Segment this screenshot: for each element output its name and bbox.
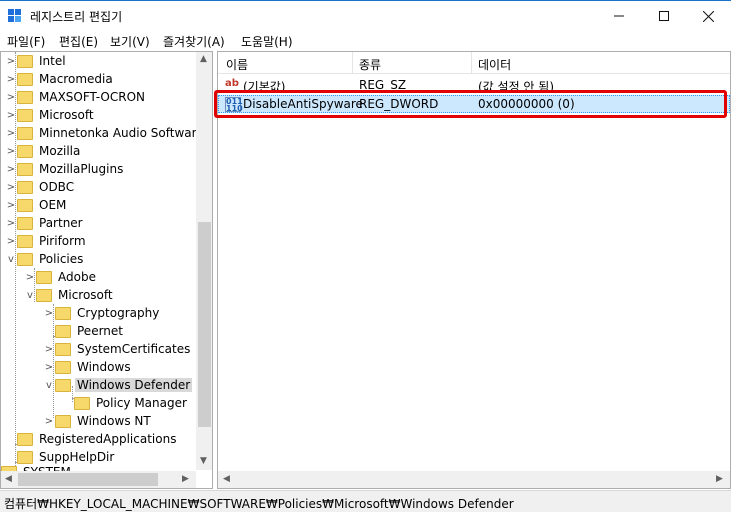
folder-icon (55, 414, 71, 428)
folder-icon (55, 360, 71, 374)
menu-view[interactable]: 보기(V) (110, 33, 150, 50)
folder-open-icon (17, 252, 33, 266)
tree-item-macromedia[interactable]: > Macromedia (5, 70, 115, 88)
list-header: 이름 종류 데이터 (218, 52, 730, 74)
status-path: 컴퓨터₩HKEY_LOCAL_MACHINE₩SOFTWARE₩Policies… (4, 497, 514, 511)
window-title: 레지스트리 편집기 (30, 10, 123, 24)
column-header-data[interactable]: 데이터 (478, 56, 511, 73)
tree-item-policies-microsoft[interactable]: v Microsoft (24, 286, 115, 304)
tree-item-minnetonka[interactable]: > Minnetonka Audio Software (5, 124, 206, 142)
menu-edit[interactable]: 편집(E) (59, 33, 98, 50)
menu-favorites[interactable]: 즐겨찾기(A) (163, 33, 225, 50)
menu-bar: 파일(F) 편집(E) 보기(V) 즐겨찾기(A) 도움말(H) (0, 30, 731, 50)
folder-icon (17, 108, 33, 122)
tree-item-intel[interactable]: > Intel (5, 52, 68, 70)
folder-icon (55, 324, 71, 338)
tree-item-oem[interactable]: > OEM (5, 196, 68, 214)
column-header-type[interactable]: 종류 (359, 56, 381, 73)
folder-icon (17, 90, 33, 104)
folder-icon (36, 270, 52, 284)
registry-app-icon (8, 9, 21, 22)
scroll-left-icon[interactable]: ◀ (223, 474, 230, 484)
tree-item-adobe[interactable]: > Adobe (24, 268, 98, 286)
chevron-right-icon[interactable]: > (5, 218, 17, 229)
registry-tree[interactable]: > Intel > Macromedia > MAXSOFT-OCRON > Micro… (0, 51, 213, 489)
chevron-right-icon[interactable]: > (5, 92, 17, 103)
chevron-down-icon[interactable]: v (24, 290, 36, 301)
tree-item-odbc[interactable]: > ODBC (5, 178, 76, 196)
folder-icon (74, 396, 90, 410)
highlight-annotation (214, 90, 727, 118)
tree-item-windows-defender[interactable]: v Windows Defender (43, 376, 193, 394)
menu-file[interactable]: 파일(F) (7, 33, 45, 50)
maximize-icon (658, 11, 669, 21)
folder-icon (17, 162, 33, 176)
tree-item-microsoft[interactable]: > Microsoft (5, 106, 96, 124)
folder-icon (17, 144, 33, 158)
tree-item-piriform[interactable]: > Piriform (5, 232, 88, 250)
scroll-up-icon[interactable]: ▲ (200, 54, 207, 64)
folder-icon (17, 198, 33, 212)
chevron-right-icon[interactable]: > (24, 272, 36, 283)
chevron-right-icon[interactable]: > (5, 146, 17, 157)
list-horizontal-scrollbar[interactable]: ◀ ▶ (218, 471, 730, 488)
chevron-right-icon[interactable]: > (5, 56, 17, 67)
chevron-right-icon[interactable]: > (43, 344, 55, 355)
scroll-right-icon[interactable]: ▶ (182, 474, 189, 484)
minimize-button[interactable] (596, 2, 641, 30)
tree-horizontal-scrollbar[interactable]: ◀ ▶ (1, 471, 196, 488)
tree-item-windows[interactable]: > Windows (43, 358, 133, 376)
close-icon (703, 10, 714, 22)
chevron-right-icon[interactable]: > (5, 164, 17, 175)
status-bar: 컴퓨터₩HKEY_LOCAL_MACHINE₩SOFTWARE₩Policies… (0, 490, 731, 512)
tree-item-maxsoft-ocron[interactable]: > MAXSOFT-OCRON (5, 88, 147, 106)
folder-icon (17, 54, 33, 68)
folder-icon (17, 180, 33, 194)
tree-scroll-thumb[interactable] (198, 222, 211, 427)
close-button[interactable] (686, 2, 731, 30)
chevron-right-icon[interactable]: > (5, 236, 17, 247)
tree-vertical-scrollbar[interactable]: ▲ ▼ (196, 52, 212, 470)
tree-item-cryptography[interactable]: > Cryptography (43, 304, 161, 322)
folder-icon (17, 234, 33, 248)
chevron-right-icon[interactable]: > (5, 128, 17, 139)
chevron-right-icon[interactable]: > (5, 110, 17, 121)
scroll-down-icon[interactable]: ▼ (200, 456, 207, 466)
chevron-down-icon[interactable]: v (5, 254, 17, 265)
folder-icon (17, 216, 33, 230)
scroll-left-icon[interactable]: ◀ (5, 474, 12, 484)
tree-item-peernet[interactable]: Peernet (43, 322, 125, 340)
folder-open-icon (55, 378, 71, 392)
maximize-button[interactable] (641, 2, 686, 30)
minimize-icon (613, 15, 624, 17)
folder-icon (17, 72, 33, 86)
column-header-name[interactable]: 이름 (226, 56, 248, 73)
chevron-right-icon[interactable]: > (43, 416, 55, 427)
tree-hscroll-thumb[interactable] (18, 473, 158, 486)
folder-icon (55, 306, 71, 320)
folder-icon (55, 342, 71, 356)
chevron-right-icon[interactable]: > (5, 74, 17, 85)
chevron-right-icon[interactable]: > (43, 308, 55, 319)
scroll-right-icon[interactable]: ▶ (716, 474, 723, 484)
tree-item-mozilla[interactable]: > Mozilla (5, 142, 82, 160)
chevron-right-icon[interactable]: > (5, 182, 17, 193)
chevron-down-icon[interactable]: v (43, 380, 55, 391)
tree-item-policies[interactable]: v Policies (5, 250, 85, 268)
tree-item-mozillaplugins[interactable]: > MozillaPlugins (5, 160, 125, 178)
tree-item-policy-manager[interactable]: Policy Manager (62, 394, 189, 412)
folder-icon (17, 450, 33, 464)
chevron-right-icon[interactable]: > (5, 200, 17, 211)
folder-open-icon (36, 288, 52, 302)
title-bar: 레지스트리 편집기 (0, 0, 731, 30)
menu-help[interactable]: 도움말(H) (241, 33, 293, 50)
tree-item-systemcertificates[interactable]: > SystemCertificates (43, 340, 192, 358)
tree-item-registeredapplications[interactable]: RegisteredApplications (5, 430, 178, 448)
folder-icon (17, 126, 33, 140)
folder-icon (17, 432, 33, 446)
tree-item-windows-nt[interactable]: > Windows NT (43, 412, 153, 430)
chevron-right-icon[interactable]: > (43, 362, 55, 373)
tree-item-partner[interactable]: > Partner (5, 214, 85, 232)
